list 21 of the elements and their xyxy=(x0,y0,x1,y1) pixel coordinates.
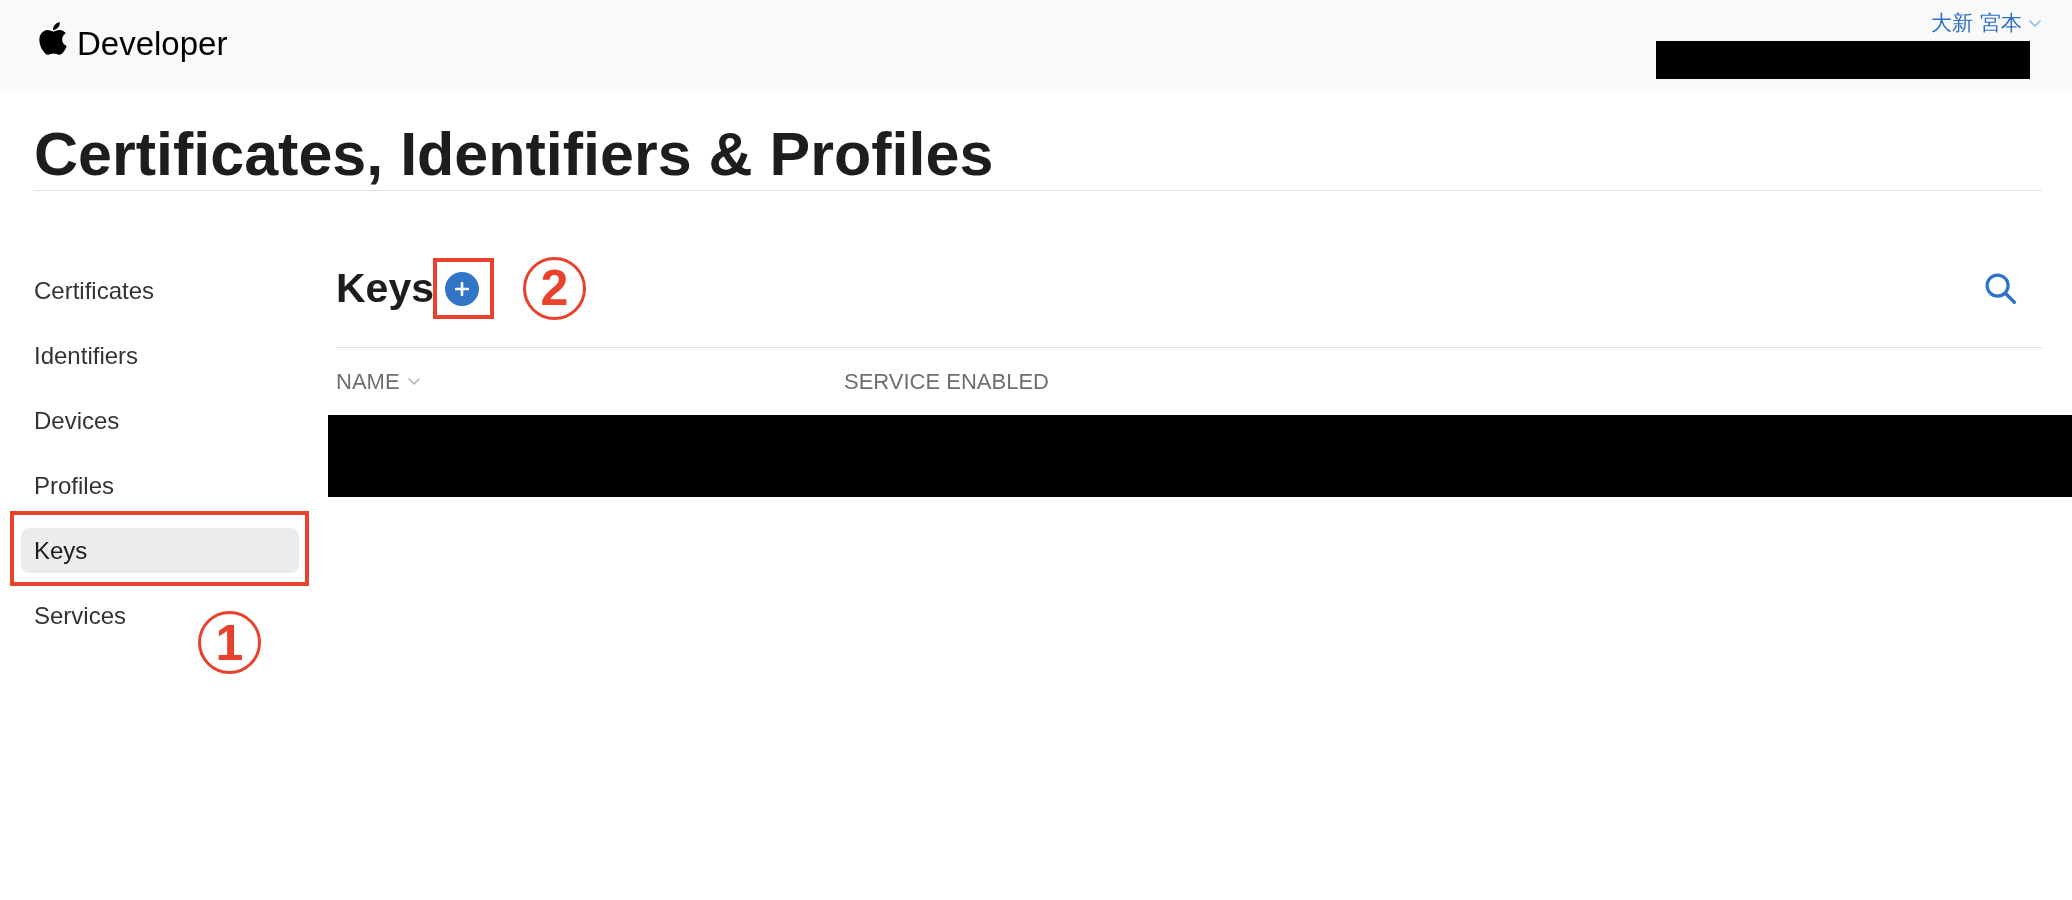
chevron-down-icon xyxy=(2029,19,2041,27)
search-icon xyxy=(1983,271,2018,306)
user-menu-button[interactable]: 大新 宮本 xyxy=(1931,11,2041,35)
column-header[interactable]: SERVICE ENABLED xyxy=(844,370,1049,393)
annotation-box xyxy=(433,257,494,319)
column-header[interactable]: NAME xyxy=(336,370,420,393)
section-title: Keys xyxy=(336,268,434,309)
sidebar-item[interactable]: Profiles xyxy=(21,463,299,508)
site-name[interactable]: Developer xyxy=(77,27,228,60)
plus-icon xyxy=(455,281,469,296)
sidebar-item[interactable]: Certificates xyxy=(21,268,299,313)
step-number: 2 xyxy=(523,256,586,320)
step-number: 1 xyxy=(198,611,261,674)
add-button[interactable] xyxy=(445,271,479,306)
apple-icon xyxy=(36,22,67,55)
chevron-down-icon xyxy=(407,378,420,385)
page-title: Certificates, Identifiers & Profiles xyxy=(34,124,995,185)
sidebar-item[interactable]: Keys xyxy=(21,528,299,573)
sidebar-item[interactable]: Devices xyxy=(21,398,299,443)
sidebar-item[interactable]: Identifiers xyxy=(21,333,299,378)
search-button[interactable] xyxy=(1983,271,2018,306)
